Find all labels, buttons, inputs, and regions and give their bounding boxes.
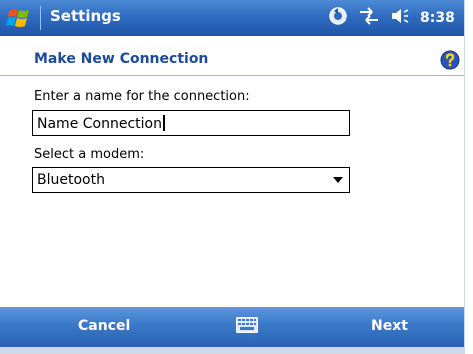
connection-name-input[interactable]: Name Connection <box>32 110 350 136</box>
connectivity-icon[interactable] <box>358 6 380 30</box>
menu-bar: Cancel Next <box>0 307 465 347</box>
status-icons: 8:38 <box>328 5 455 31</box>
cancel-button[interactable]: Cancel <box>78 318 130 334</box>
connection-name-value: Name Connection <box>37 115 165 132</box>
pocketpc-screen: Settings 8:38 Make New Connection Enter … <box>0 0 473 354</box>
modem-select-value: Bluetooth <box>37 172 105 188</box>
page-title: Make New Connection <box>34 51 209 67</box>
clock[interactable]: 8:38 <box>420 10 455 26</box>
volume-icon[interactable] <box>390 6 410 30</box>
text-caret <box>162 115 165 131</box>
page-heading: Make New Connection <box>0 45 465 76</box>
app-title: Settings <box>50 7 121 25</box>
keyboard-icon[interactable] <box>236 317 258 333</box>
sync-icon[interactable] <box>328 6 348 30</box>
modem-label: Select a modem: <box>34 147 145 162</box>
name-label: Enter a name for the connection: <box>34 89 250 104</box>
bottom-border <box>0 347 465 354</box>
windows-start-icon[interactable] <box>6 5 32 31</box>
modem-select[interactable]: Bluetooth <box>32 167 350 193</box>
help-icon[interactable] <box>440 50 460 70</box>
screen-edge <box>464 0 473 354</box>
next-button[interactable]: Next <box>371 318 408 334</box>
title-separator <box>40 6 41 30</box>
title-bar: Settings 8:38 <box>0 0 465 36</box>
chevron-down-icon[interactable] <box>333 177 343 183</box>
